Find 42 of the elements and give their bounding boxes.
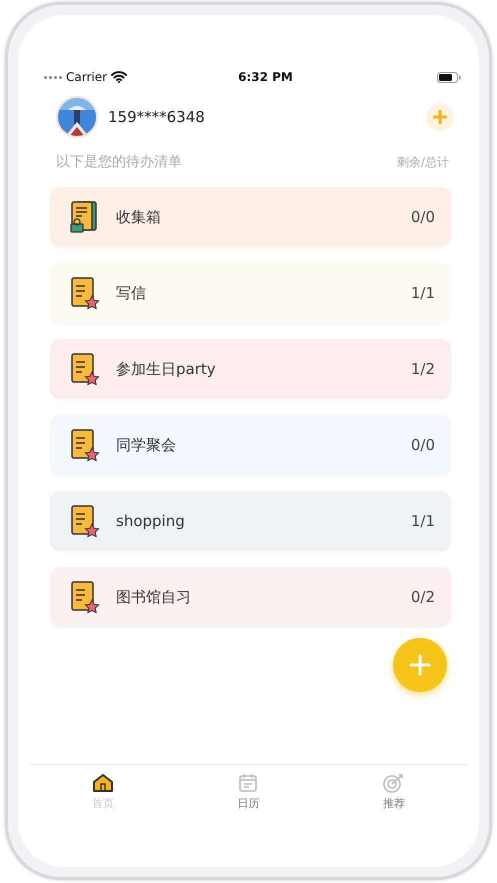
task-count: 1/1 [410,284,435,302]
tab[interactable]: 推荐 [383,773,406,811]
list-card[interactable]: 写信 1/1 [50,263,451,323]
task-count: 0/0 [410,208,435,226]
note-star-icon [70,504,100,538]
list-name: 同学聚会 [116,436,177,454]
status-time: 6:32 PM [238,70,293,84]
list-name: 写信 [116,284,147,302]
list-card[interactable]: 图书馆自习 0/2 [50,567,451,627]
task-count: 0/2 [410,588,435,606]
list-name: 参加生日party [116,360,217,378]
task-count: 0/0 [410,436,435,454]
note-star-icon [70,276,100,310]
list-card[interactable]: 同学聚会 0/0 [50,415,451,475]
target-icon [383,773,406,793]
tab[interactable]: 日历 [237,773,260,811]
wifi-icon [111,71,128,83]
carrier-name: Carrier [66,70,108,84]
list-name: 收集箱 [116,208,162,226]
battery-icon [436,72,461,82]
avatar[interactable] [56,96,98,138]
task-count: 1/1 [410,512,435,530]
username: 159****6348 [108,108,206,126]
note-star-icon [70,352,100,386]
list-card[interactable]: shopping 1/1 [50,491,451,551]
column-hint: 剩余/总计 [396,154,449,170]
plus-icon [409,654,431,676]
plus-icon [433,110,447,124]
note-star-icon [70,428,100,462]
list-card[interactable]: 参加生日party 1/2 [50,339,451,399]
list-heading: 以下是您的待办清单 [56,153,182,171]
home-icon [92,773,114,793]
add-button[interactable] [426,103,454,131]
calendar-icon [238,773,258,793]
add-list-button[interactable] [393,638,447,692]
list-card[interactable]: 收集箱 0/0 [50,187,451,247]
binder-icon [70,200,100,234]
list-name: shopping [116,512,186,530]
signal-icon [44,76,62,78]
task-count: 1/2 [410,360,435,378]
note-star-icon [70,580,100,614]
list-name: 图书馆自习 [116,588,192,606]
